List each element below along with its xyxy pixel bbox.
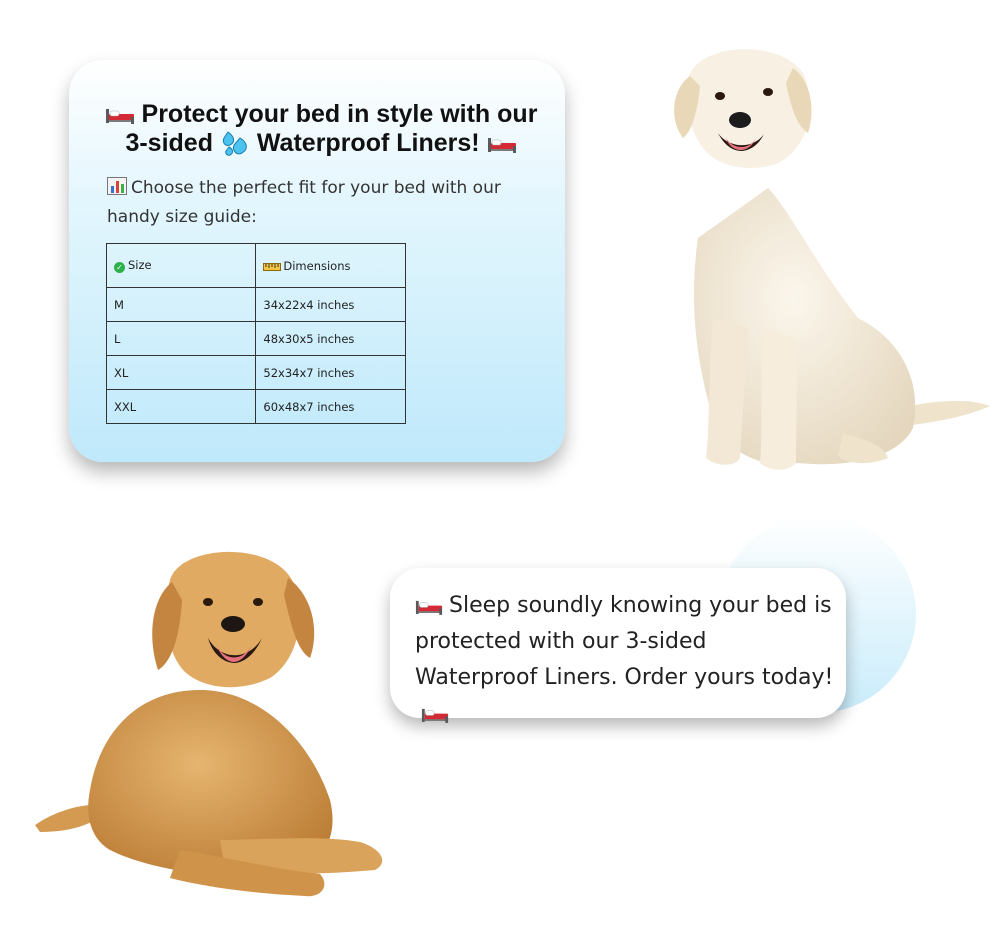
bed-emoji-icon [415,600,443,615]
size-cell: L [105,321,257,356]
water-drops-icon [222,131,247,157]
bed-emoji-icon [105,109,134,125]
size-guide-card: Protect your bed in style with our 3-sid… [69,60,565,462]
call-to-action-card: Sleep soundly knowing your bed is protec… [390,568,846,723]
dimensions-cell: 60x48x7 inches [255,389,406,424]
table-header-row: ✓ Size Dimensions [105,243,406,288]
golden-dog-image [35,551,383,897]
table-row: XXL 60x48x7 inches [105,389,406,424]
ruler-icon [263,262,282,271]
bar-chart-icon [107,177,127,195]
bed-emoji-icon [487,138,516,154]
white-dog-image [674,49,990,470]
bed-emoji-icon [421,708,449,723]
table-row: XL 52x34x7 inches [105,355,406,390]
size-cell: XL [105,355,257,390]
size-cell: M [105,287,257,322]
card-title: Protect your bed in style with our 3-sid… [91,100,551,158]
call-to-action-text: Sleep soundly knowing your bed is protec… [415,588,835,732]
table-header-cell: ✓ Size [105,243,257,288]
dimensions-cell: 52x34x7 inches [255,355,406,390]
size-cell: XXL [105,389,257,424]
dimensions-cell: 34x22x4 inches [255,287,406,322]
dimensions-cell: 48x30x5 inches [255,321,406,356]
check-circle-icon: ✓ [114,262,125,273]
table-row: L 48x30x5 inches [105,321,406,356]
size-guide-table: ✓ Size Dimensions M 34x22x4 inches L 48x3… [105,243,406,424]
table-row: M 34x22x4 inches [105,287,406,322]
card-subtitle: Choose the perfect fit for your bed with… [107,177,501,227]
table-header-cell: Dimensions [255,243,406,288]
